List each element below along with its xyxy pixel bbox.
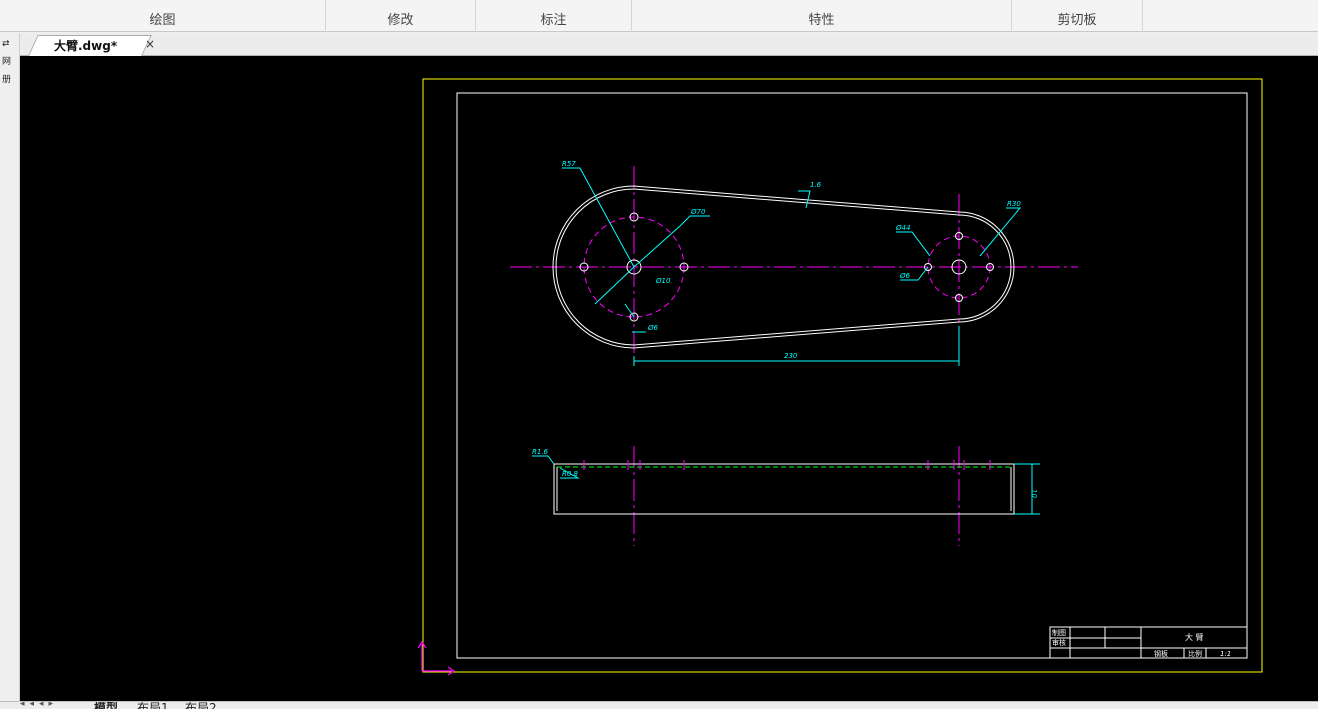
dim-230: 230 (784, 352, 798, 360)
drawing-frame (456, 92, 1248, 659)
document-tab-title[interactable]: 大臂.dwg* (54, 37, 117, 54)
center-lines-top (510, 166, 1078, 356)
ribbon-group-label: 剪切板 (1057, 13, 1097, 28)
document-tab-strip: 大臂.dwg* × (20, 33, 1318, 56)
cad-window: 绘图 修改 标注 特性 剪切板 ⇄ 网 册 大臂.dwg* × R57 Ø70 … (0, 0, 1318, 709)
dim-phi10: Ø10 (655, 277, 671, 285)
title-block (1049, 626, 1248, 659)
ribbon-group-modify[interactable]: 修改 (326, 0, 476, 32)
dim-r57: R57 (562, 160, 576, 168)
layout-nav-arrows[interactable]: ◂◂◂▸ (20, 702, 58, 709)
ribbon-group-label: 标注 (540, 13, 567, 28)
left-side-panel: ⇄ 网 册 (0, 33, 20, 703)
title-ratio-label: 比例 (1188, 649, 1202, 658)
dim-r16: R1.6 (532, 448, 549, 456)
title-ratio: 1:1 (1220, 650, 1231, 658)
layout-tab-layout2[interactable]: 布局2 (185, 702, 217, 709)
ribbon: 绘图 修改 标注 特性 剪切板 (0, 0, 1318, 32)
dim-r08: R0.8 (562, 470, 579, 478)
dim-phi44: Ø44 (895, 224, 910, 232)
ribbon-group-label: 修改 (387, 13, 414, 28)
layout-tab-bar: ◂◂◂▸ 模型 布局1 布局2 (0, 701, 1318, 709)
ribbon-group-draw[interactable]: 绘图 (0, 0, 326, 32)
ribbon-group-properties[interactable]: 特性 (632, 0, 1012, 32)
layout-tab-layout1[interactable]: 布局1 (137, 702, 169, 709)
layout-tab-model[interactable]: 模型 (94, 702, 118, 709)
title-part-name: 大 臂 (1185, 632, 1204, 642)
ribbon-group-annotate[interactable]: 标注 (476, 0, 632, 32)
side-view-hole-ticks (583, 460, 991, 470)
dim-r30: R30 (1007, 200, 1021, 208)
panel-pin-icon[interactable]: ⇄ (2, 39, 18, 51)
dim-phi6-small: Ø6 (899, 272, 911, 280)
close-tab-icon[interactable]: × (145, 37, 155, 51)
title-material: 钢板 (1154, 649, 1168, 658)
dim-phi70: Ø70 (690, 208, 706, 216)
ribbon-group-label: 绘图 (149, 13, 176, 28)
center-lines-side (633, 446, 960, 546)
title-reviewer: 审核 (1052, 638, 1066, 647)
panel-grid-tab[interactable]: 网 (2, 57, 18, 69)
dim-roughness: 1.6 (810, 181, 822, 189)
drawing-svg[interactable]: R57 Ø70 Ø10 Ø6 Ø44 Ø6 R30 230 1.6 R1.6 R… (20, 56, 1318, 701)
side-view-outline (553, 463, 1015, 515)
panel-book-tab[interactable]: 册 (2, 75, 18, 87)
dim-phi6: Ø6 (647, 324, 659, 332)
title-designer: 制图 (1052, 628, 1066, 637)
sheet-border (422, 78, 1263, 673)
ribbon-group-label: 特性 (808, 13, 835, 28)
ribbon-group-clipboard[interactable]: 剪切板 (1012, 0, 1143, 32)
drawing-canvas[interactable]: R57 Ø70 Ø10 Ø6 Ø44 Ø6 R30 230 1.6 R1.6 R… (20, 56, 1318, 701)
dim-thickness: 10 (1030, 489, 1038, 498)
